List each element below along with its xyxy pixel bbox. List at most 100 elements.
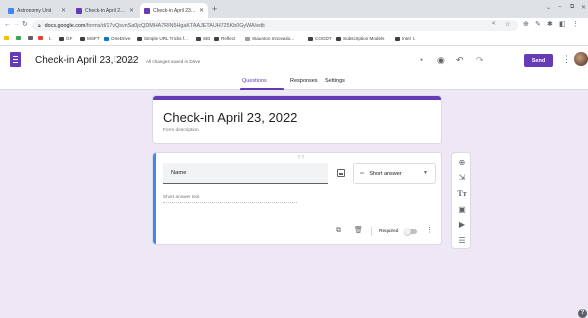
star-icon[interactable]: ☆ [127, 55, 135, 65]
help-icon[interactable]: ? [578, 309, 587, 318]
bookmark-folder-url-tricks[interactable]: Simple URL Tricks f... [137, 36, 188, 41]
close-tab-icon[interactable]: ✕ [61, 7, 66, 14]
add-image-icon[interactable] [337, 169, 345, 177]
move-to-folder-icon[interactable]: 🗀︎ [114, 55, 122, 65]
theme-color-bar [153, 96, 441, 100]
chrome-menu-icon[interactable]: ⋮ [572, 20, 579, 28]
form-description-field[interactable]: Form description [163, 128, 199, 133]
short-answer-placeholder: Short answer text [163, 194, 297, 203]
browser-tab-strip: Astronomy Unit ✕ Check-in April 23, 2022… [0, 0, 588, 18]
tab-settings[interactable]: Settings [325, 78, 345, 84]
bookmark-item[interactable]: t. [413, 36, 416, 41]
extension-icon[interactable]: ⊕ [523, 20, 529, 28]
add-video-icon[interactable]: ▶ [452, 220, 472, 230]
back-icon[interactable]: ← [4, 20, 11, 30]
share-icon[interactable]: < [492, 21, 496, 27]
folder-icon [59, 36, 64, 41]
folder-icon [80, 36, 85, 41]
bookmark-folder-gf[interactable]: GF [59, 36, 72, 41]
bookmark-app-icon [4, 36, 9, 40]
preview-eye-icon[interactable]: ◉ [437, 55, 445, 65]
browser-tab-checkin-1[interactable]: Check-in April 23, 2022 - Google ✕ [72, 3, 138, 18]
google-forms-logo-icon[interactable] [10, 52, 21, 67]
folder-icon [395, 36, 400, 41]
tab-questions[interactable]: Questions [242, 78, 267, 84]
more-options-icon[interactable]: ⋮ [562, 54, 571, 65]
bookmark-app-icon [16, 36, 21, 40]
close-window-icon[interactable]: ✕ [581, 4, 586, 11]
minimize-icon[interactable]: – [558, 4, 561, 10]
forms-favicon-icon [76, 7, 82, 14]
reload-icon[interactable]: ↻ [22, 20, 28, 30]
browser-tab-astronomy[interactable]: Astronomy Unit ✕ [4, 3, 70, 18]
customize-theme-icon[interactable]: ◔ [418, 55, 423, 65]
duplicate-icon[interactable]: ⧉ [336, 226, 341, 236]
add-section-icon[interactable]: ☰ [452, 236, 472, 246]
bookmark-folder-subscription[interactable]: Subscription Models [336, 36, 384, 41]
bookmark-app-icon [28, 36, 33, 40]
pen-extension-icon[interactable]: ✎ [535, 20, 541, 28]
new-tab-button[interactable]: + [212, 3, 217, 15]
forms-header: Check-in April 23, 2022 🗀︎ ☆ All changes… [0, 46, 588, 90]
bookmark-staunton[interactable]: Staunton Innovatio... [245, 36, 294, 41]
restore-icon[interactable]: ⧉ [570, 4, 574, 11]
address-bar-row: ← → ↻ 🔒︎ docs.google.com/forms/d/17vQsvn… [0, 18, 588, 33]
bookmark-item[interactable]: t. [49, 36, 52, 41]
folder-icon [137, 36, 142, 41]
sidebar-icon[interactable]: ◧ [559, 20, 566, 28]
question-type-label: Short answer [369, 170, 402, 177]
avatar[interactable] [574, 52, 588, 66]
active-question-indicator [153, 153, 156, 244]
bookmarks-bar: t. GF MSFT OneDrive Simple URL Tricks f.… [0, 33, 588, 46]
forward-icon[interactable]: → [13, 20, 20, 30]
url-path: /forms/d/17vQsvnSa0jcQDMHA7RIN5HgaKTAAJE… [85, 22, 265, 29]
send-button[interactable]: Send [524, 54, 553, 67]
bookmark-star-icon[interactable]: ☆ [505, 21, 510, 28]
required-toggle[interactable] [404, 227, 417, 235]
form-title-card[interactable]: Check-in April 23, 2022 Form description [152, 95, 442, 144]
tab-title: Check-in April 23, 2022 - Google [85, 7, 126, 14]
delete-icon[interactable]: 🗑︎ [354, 226, 363, 236]
close-tab-icon[interactable]: ✕ [129, 7, 134, 14]
tab-title: Astronomy Unit [17, 7, 52, 14]
bookmark-item[interactable] [28, 36, 35, 40]
bookmark-folder-intel[interactable]: Intel [395, 36, 411, 41]
drag-handle-icon[interactable]: ⠿⠿ [297, 155, 305, 161]
question-title-input[interactable]: Name [163, 163, 328, 184]
question-type-dropdown[interactable]: ═ Short answer ▼ [353, 163, 436, 184]
browser-tab-checkin-active[interactable]: Check-in April 23, 2022 - Google ✕ [140, 3, 208, 18]
chevron-down-icon: ▼ [423, 170, 428, 176]
bookmark-folder-msft[interactable]: MSFT [80, 36, 100, 41]
omnibox[interactable]: 🔒︎ docs.google.com/forms/d/17vQsvnSa0jcQ… [32, 20, 518, 31]
active-tab-indicator [240, 88, 284, 90]
add-question-icon[interactable]: ⊕ [452, 158, 472, 168]
more-options-icon[interactable]: ⋮ [426, 226, 433, 234]
bookmark-folder-sei[interactable]: SEI [196, 36, 210, 41]
bookmark-item[interactable] [38, 36, 45, 40]
bookmark-item[interactable] [4, 36, 11, 40]
form-title[interactable]: Check-in April 23, 2022 [163, 110, 297, 125]
bookmark-item[interactable] [16, 36, 23, 40]
tab-responses[interactable]: Responses [290, 78, 318, 84]
question-card[interactable]: ⠿⠿ Name ═ Short answer ▼ Short answer te… [152, 152, 442, 245]
undo-icon[interactable]: ↶ [456, 55, 464, 65]
tab-search-icon[interactable]: ⌄ [546, 4, 551, 11]
document-title[interactable]: Check-in April 23, 2022 [35, 55, 138, 66]
folder-icon [214, 36, 219, 41]
add-title-icon[interactable]: Tт [452, 189, 472, 199]
question-footer: ⧉ 🗑︎ Required ⋮ [333, 226, 437, 238]
bookmark-folder-reflect[interactable]: Reflect [214, 36, 235, 41]
bookmark-onedrive[interactable]: OneDrive [104, 36, 130, 41]
bookmark-app-icon [38, 36, 43, 40]
close-tab-icon[interactable]: ✕ [199, 7, 204, 14]
saved-status: All changes saved in Drive [146, 59, 201, 64]
extensions-puzzle-icon[interactable]: ✱ [547, 20, 553, 28]
redo-icon[interactable]: ↷ [476, 55, 484, 65]
tab-favicon-icon [8, 7, 14, 14]
add-image-icon[interactable]: ▣ [452, 205, 472, 215]
import-questions-icon[interactable]: ⇲ [452, 173, 472, 183]
bookmark-folder-cogdt[interactable]: COGDT [308, 36, 332, 41]
folder-icon [336, 36, 341, 41]
folder-icon [308, 36, 313, 41]
toggle-knob [404, 227, 411, 235]
